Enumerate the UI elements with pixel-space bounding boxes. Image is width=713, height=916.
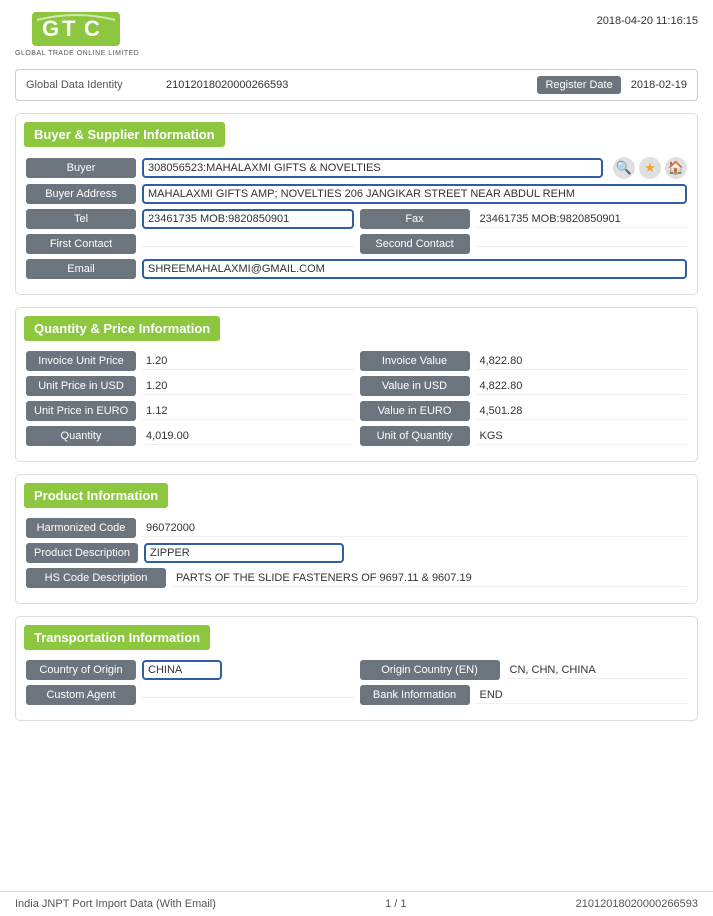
value-euro-value: 4,501.28 (476, 403, 688, 420)
bank-information-value: END (476, 687, 688, 704)
register-date-label: Register Date (537, 76, 620, 94)
product-description-label: Product Description (26, 543, 138, 563)
star-icon[interactable]: ★ (639, 157, 661, 179)
home-icon[interactable]: 🏠 (665, 157, 687, 179)
product-description-row: Product Description ZIPPER (26, 543, 687, 563)
harmonized-code-value: 96072000 (142, 520, 687, 537)
country-of-origin-value: CHINA (142, 660, 222, 680)
logo-text: GLOBAL TRADE ONLINE LIMITED (15, 50, 139, 57)
unit-price-usd-label: Unit Price in USD (26, 376, 136, 396)
buyer-address-label: Buyer Address (26, 184, 136, 204)
fax-label: Fax (360, 209, 470, 229)
fax-value: 23461735 MOB:9820850901 (476, 211, 688, 228)
quantity-label: Quantity (26, 426, 136, 446)
product-title: Product Information (24, 483, 168, 508)
buyer-icons: 🔍 ★ 🏠 (613, 157, 687, 179)
transportation-section: Transportation Information Country of Or… (15, 616, 698, 721)
global-id-label: Global Data Identity (26, 79, 156, 91)
second-contact-label: Second Contact (360, 234, 470, 254)
invoice-row: Invoice Unit Price 1.20 Invoice Value 4,… (26, 351, 687, 371)
buyer-supplier-section: Buyer & Supplier Information Buyer 30805… (15, 113, 698, 295)
custom-bank-row: Custom Agent Bank Information END (26, 685, 687, 705)
first-contact-value (142, 242, 354, 247)
tel-label: Tel (26, 209, 136, 229)
buyer-supplier-title: Buyer & Supplier Information (24, 122, 225, 147)
product-description-value: ZIPPER (144, 543, 344, 563)
svg-text:T: T (62, 16, 76, 41)
hs-code-description-value: PARTS OF THE SLIDE FASTENERS OF 9697.11 … (172, 570, 687, 587)
value-usd-label: Value in USD (360, 376, 470, 396)
contacts-row: First Contact Second Contact (26, 234, 687, 254)
harmonized-code-row: Harmonized Code 96072000 (26, 518, 687, 538)
email-row: Email SHREEMAHALAXMI@GMAIL.COM (26, 259, 687, 279)
unit-price-usd-value: 1.20 (142, 378, 354, 395)
usd-row: Unit Price in USD 1.20 Value in USD 4,82… (26, 376, 687, 396)
register-date-value: 2018-02-19 (631, 79, 687, 91)
global-id-value: 21012018020000266593 (166, 79, 527, 91)
footer-left: India JNPT Port Import Data (With Email) (15, 898, 216, 910)
buyer-row: Buyer 308056523:MAHALAXMI GIFTS & NOVELT… (26, 157, 687, 179)
quantity-price-title: Quantity & Price Information (24, 316, 220, 341)
datetime: 2018-04-20 11:16:15 (597, 10, 698, 27)
email-value: SHREEMAHALAXMI@GMAIL.COM (142, 259, 687, 279)
svg-text:G: G (42, 16, 59, 41)
value-usd-value: 4,822.80 (476, 378, 688, 395)
footer-right: 21012018020000266593 (576, 898, 698, 910)
country-of-origin-label: Country of Origin (26, 660, 136, 680)
invoice-unit-price-value: 1.20 (142, 353, 354, 370)
custom-agent-label: Custom Agent (26, 685, 136, 705)
harmonized-code-label: Harmonized Code (26, 518, 136, 538)
svg-text:C: C (84, 16, 100, 41)
global-id-row: Global Data Identity 2101201802000026659… (15, 69, 698, 101)
unit-of-quantity-label: Unit of Quantity (360, 426, 470, 446)
buyer-value: 308056523:MAHALAXMI GIFTS & NOVELTIES (142, 158, 603, 178)
unit-price-euro-label: Unit Price in EURO (26, 401, 136, 421)
buyer-label: Buyer (26, 158, 136, 178)
hs-code-description-label: HS Code Description (26, 568, 166, 588)
logo: G T C GLOBAL TRADE ONLINE LIMITED (15, 10, 139, 57)
email-label: Email (26, 259, 136, 279)
buyer-address-row: Buyer Address MAHALAXMI GIFTS AMP; NOVEL… (26, 184, 687, 204)
buyer-address-value: MAHALAXMI GIFTS AMP; NOVELTIES 206 JANGI… (142, 184, 687, 204)
quantity-row: Quantity 4,019.00 Unit of Quantity KGS (26, 426, 687, 446)
bank-information-label: Bank Information (360, 685, 470, 705)
euro-row: Unit Price in EURO 1.12 Value in EURO 4,… (26, 401, 687, 421)
search-icon[interactable]: 🔍 (613, 157, 635, 179)
value-euro-label: Value in EURO (360, 401, 470, 421)
invoice-value-value: 4,822.80 (476, 353, 688, 370)
custom-agent-value (142, 693, 354, 698)
quantity-value: 4,019.00 (142, 428, 354, 445)
quantity-price-section: Quantity & Price Information Invoice Uni… (15, 307, 698, 462)
origin-country-en-label: Origin Country (EN) (360, 660, 500, 680)
invoice-value-label: Invoice Value (360, 351, 470, 371)
unit-of-quantity-value: KGS (476, 428, 688, 445)
second-contact-value (476, 242, 688, 247)
transportation-title: Transportation Information (24, 625, 210, 650)
country-origin-row: Country of Origin CHINA Origin Country (… (26, 660, 687, 680)
hs-code-description-row: HS Code Description PARTS OF THE SLIDE F… (26, 568, 687, 588)
logo-svg: G T C (32, 10, 122, 48)
page-footer: India JNPT Port Import Data (With Email)… (0, 891, 713, 916)
tel-fax-row: Tel 23461735 MOB:9820850901 Fax 23461735… (26, 209, 687, 229)
product-section: Product Information Harmonized Code 9607… (15, 474, 698, 604)
page-header: G T C GLOBAL TRADE ONLINE LIMITED 2018-0… (15, 10, 698, 57)
invoice-unit-price-label: Invoice Unit Price (26, 351, 136, 371)
origin-country-en-value: CN, CHN, CHINA (506, 662, 688, 679)
tel-value: 23461735 MOB:9820850901 (142, 209, 354, 229)
unit-price-euro-value: 1.12 (142, 403, 353, 420)
first-contact-label: First Contact (26, 234, 136, 254)
footer-center: 1 / 1 (385, 898, 406, 910)
